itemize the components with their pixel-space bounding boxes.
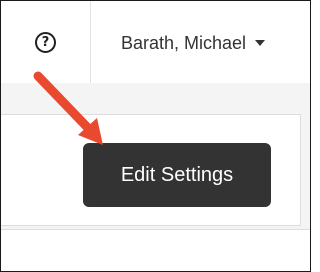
panel-footer — [1, 229, 310, 271]
top-navigation-bar: ? Barath, Michael — [1, 1, 310, 83]
chevron-down-icon — [255, 40, 266, 46]
user-name-label: Barath, Michael — [121, 32, 247, 53]
help-button[interactable]: ? — [1, 1, 91, 83]
screenshot-frame: ? Barath, Michael Edit Settings — [0, 0, 311, 272]
edit-settings-tooltip: Edit Settings — [83, 143, 271, 207]
user-menu-dropdown[interactable]: Barath, Michael — [121, 30, 266, 56]
help-icon: ? — [35, 32, 56, 53]
